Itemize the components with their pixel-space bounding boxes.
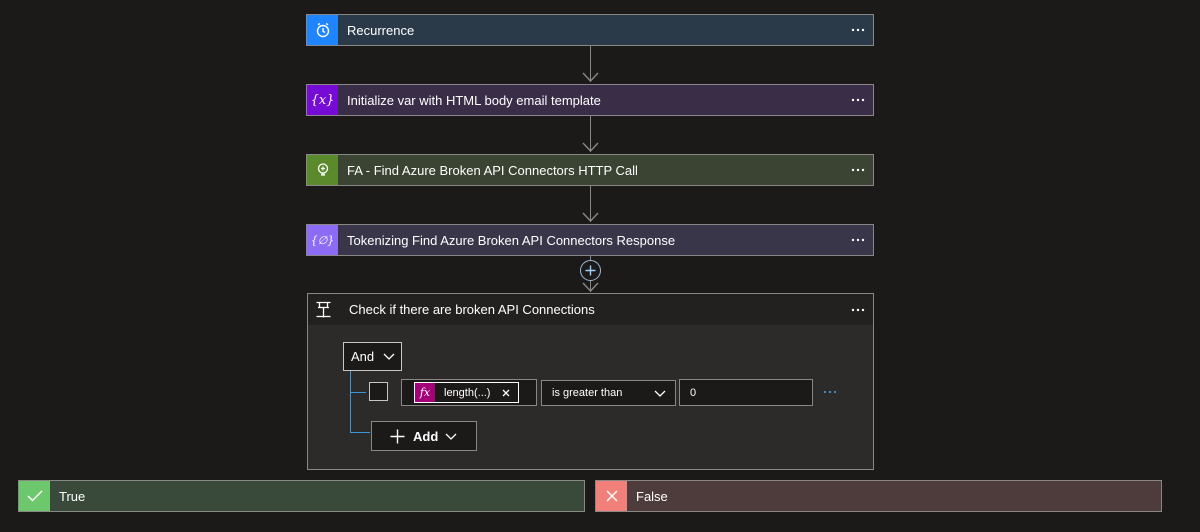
row-checkbox[interactable] — [369, 382, 388, 401]
right-operand-input[interactable]: 0 — [679, 379, 813, 406]
add-label: Add — [413, 428, 439, 444]
right-operand-value: 0 — [690, 386, 697, 399]
remove-token-icon[interactable] — [502, 389, 510, 397]
arrow-down-icon — [582, 282, 599, 292]
chevron-down-icon — [445, 433, 457, 440]
tree-line — [350, 392, 366, 393]
condition-header[interactable]: Check if there are broken API Connection… — [308, 294, 873, 325]
initialize-variable-step[interactable]: {𝑥} Initialize var with HTML body email … — [306, 84, 874, 116]
condition-step: Check if there are broken API Connection… — [307, 293, 874, 470]
recurrence-step[interactable]: Recurrence — [306, 14, 874, 46]
row-more-options-icon[interactable] — [820, 384, 840, 400]
group-operator-dropdown[interactable]: And — [343, 342, 402, 371]
plus-icon — [585, 265, 596, 276]
true-branch-label: True — [59, 488, 86, 504]
false-branch[interactable]: False — [595, 480, 1162, 512]
tree-line — [350, 371, 351, 433]
plus-icon — [390, 429, 405, 443]
left-operand-input[interactable]: fx length(...) — [401, 379, 537, 406]
function-app-http-step[interactable]: FA - Find Azure Broken API Connectors HT… — [306, 154, 874, 186]
more-options-icon[interactable] — [843, 295, 873, 325]
function-icon: fx — [415, 383, 435, 402]
operator-dropdown[interactable]: is greater than — [541, 380, 676, 406]
parse-json-icon: {∅} — [307, 225, 338, 255]
expression-token[interactable]: fx length(...) — [414, 382, 519, 403]
group-operator-label: And — [351, 349, 375, 364]
insert-step-button[interactable] — [580, 260, 601, 281]
operator-label: is greater than — [552, 387, 623, 399]
true-branch[interactable]: True — [18, 480, 585, 512]
chevron-down-icon — [654, 390, 666, 397]
arrow-down-icon — [582, 72, 599, 82]
variable-icon: {𝑥} — [307, 85, 338, 115]
token-label: length(...) — [444, 386, 491, 399]
step-title: FA - Find Azure Broken API Connectors HT… — [347, 162, 638, 178]
checkmark-icon — [19, 481, 50, 511]
chevron-down-icon — [383, 353, 395, 360]
add-condition-button[interactable]: Add — [371, 421, 477, 451]
more-options-icon[interactable] — [843, 15, 873, 45]
condition-icon — [308, 294, 339, 325]
close-icon — [596, 481, 627, 511]
false-branch-label: False — [636, 488, 668, 504]
more-options-icon[interactable] — [843, 155, 873, 185]
step-title: Initialize var with HTML body email temp… — [347, 92, 601, 108]
parse-json-step[interactable]: {∅} Tokenizing Find Azure Broken API Con… — [306, 224, 874, 256]
step-title: Tokenizing Find Azure Broken API Connect… — [347, 232, 676, 248]
more-options-icon[interactable] — [843, 85, 873, 115]
tree-line — [350, 432, 370, 433]
function-app-icon — [307, 155, 338, 185]
more-options-icon[interactable] — [843, 225, 873, 255]
condition-title: Check if there are broken API Connection… — [349, 302, 595, 317]
arrow-down-icon — [582, 212, 599, 222]
step-title: Recurrence — [347, 22, 415, 38]
arrow-down-icon — [582, 142, 599, 152]
alarm-clock-icon — [307, 15, 338, 45]
